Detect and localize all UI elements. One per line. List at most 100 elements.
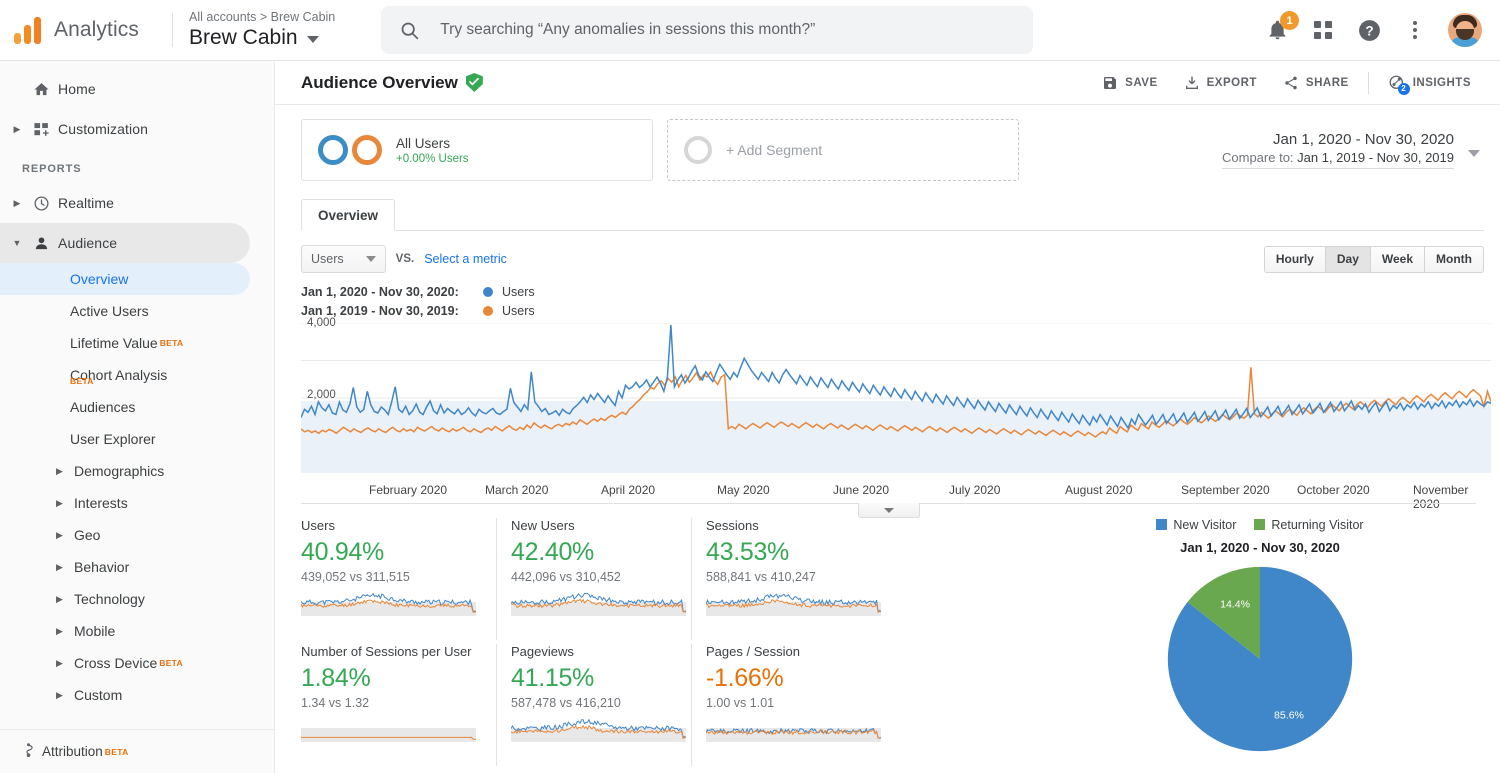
metric-selector-row: Users VS. Select a metric Hourly Day Week M… — [275, 231, 1500, 273]
granularity-month[interactable]: Month — [1425, 246, 1483, 272]
sidebar-scroll: Home ▶ Customization REPORTS ▶ Realtime … — [0, 61, 274, 739]
metric-card-label: Number of Sessions per User — [301, 644, 472, 659]
sidebar-item-label: Mobile — [74, 623, 116, 639]
chevron-right-icon: ▶ — [56, 625, 63, 636]
pie-svg[interactable]: 85.6% 14.4% — [1164, 563, 1356, 755]
legend-metric: Users — [502, 285, 535, 299]
sidebar-item-demographics[interactable]: ▶ Demographics — [0, 455, 250, 487]
chart-legend-row: Jan 1, 2020 - Nov 30, 2020: Users — [301, 285, 1500, 299]
chart-legend: Jan 1, 2020 - Nov 30, 2020: Users Jan 1, 2… — [275, 273, 1500, 318]
add-segment-label: + Add Segment — [726, 142, 823, 158]
sidebar-item-user-explorer[interactable]: User Explorer — [0, 423, 250, 455]
sidebar-item-home[interactable]: Home — [0, 69, 250, 109]
x-axis-tick: February 2020 — [369, 483, 448, 497]
compare-prefix: Compare to: — [1222, 150, 1298, 165]
metric-card-compare: 442,096 vs 310,452 — [511, 570, 621, 584]
sparkline — [300, 592, 477, 616]
main-chart[interactable]: 4,000 2,000 — [301, 317, 1476, 483]
segment-all-users[interactable]: All Users +0.00% Users — [301, 119, 653, 181]
sidebar-item-realtime[interactable]: ▶ Realtime — [0, 183, 250, 223]
grid-apps-icon — [1314, 21, 1332, 39]
sidebar-item-overview[interactable]: Overview — [0, 263, 250, 295]
product-name: Analytics — [54, 18, 139, 41]
metric-cards: Users 40.94% 439,052 vs 311,515 New Users 42… — [300, 518, 887, 766]
y-axis-label-top: 4,000 — [307, 317, 336, 329]
date-range-picker[interactable]: Jan 1, 2020 - Nov 30, 2020 Compare to: J… — [1222, 131, 1484, 169]
share-button[interactable]: SHARE — [1270, 68, 1362, 98]
action-divider — [1367, 71, 1369, 94]
notification-badge: 1 — [1280, 11, 1299, 30]
sidebar-item-lifetime-value[interactable]: Lifetime Value BETA — [0, 327, 250, 359]
breadcrumb: All accounts > Brew Cabin — [189, 9, 336, 24]
sidebar-audience-children: Overview Active Users Lifetime Value BETA Co… — [0, 263, 274, 711]
search-bar[interactable] — [381, 6, 1034, 54]
date-range-primary: Jan 1, 2020 - Nov 30, 2020 — [1273, 131, 1454, 148]
logo-area[interactable]: Analytics — [0, 16, 168, 44]
page-header: Audience Overview SAVE EXPORT SHARE 2 IN… — [275, 61, 1500, 105]
metric-card: New Users 42.40% 442,096 vs 310,452 — [496, 518, 691, 640]
save-button[interactable]: SAVE — [1089, 68, 1170, 98]
sidebar-item-active-users[interactable]: Active Users — [0, 295, 250, 327]
export-button[interactable]: EXPORT — [1171, 68, 1270, 98]
top-bar: Analytics All accounts > Brew Cabin Brew… — [0, 0, 1500, 61]
sidebar-item-cross-device[interactable]: ▶ Cross Device BETA — [0, 647, 250, 679]
visitor-pie-chart: New Visitor Returning Visitor Jan 1, 2020… — [1080, 518, 1500, 766]
metric-card-percent: 42.40% — [511, 538, 594, 566]
search-input[interactable] — [440, 21, 1016, 39]
sidebar-item-customization[interactable]: ▶ Customization — [0, 109, 250, 149]
avatar[interactable] — [1448, 13, 1482, 47]
metric-card: Users 40.94% 439,052 vs 311,515 — [300, 518, 496, 640]
chart-bottom-rule — [301, 503, 1476, 518]
sidebar-item-attribution[interactable]: Attribution BETA — [0, 729, 274, 773]
header-divider — [172, 13, 173, 47]
apps-button[interactable] — [1310, 17, 1336, 43]
metric-card-compare: 587,478 vs 416,210 — [511, 696, 621, 710]
sparkline — [510, 592, 687, 616]
chevron-right-icon: ▶ — [56, 529, 63, 540]
pie-legend-item: New Visitor — [1156, 518, 1236, 532]
granularity-week[interactable]: Week — [1370, 246, 1426, 272]
pie-legend-item: Returning Visitor — [1254, 518, 1364, 532]
x-axis-tick: September 2020 — [1181, 483, 1270, 497]
tab-overview[interactable]: Overview — [301, 199, 396, 231]
sidebar-item-behavior[interactable]: ▶ Behavior — [0, 551, 250, 583]
share-icon — [1285, 76, 1297, 89]
insights-button[interactable]: 2 INSIGHTS — [1375, 68, 1484, 98]
account-selector[interactable]: All accounts > Brew Cabin Brew Cabin — [189, 9, 336, 50]
notifications-button[interactable]: 1 — [1264, 11, 1299, 43]
sidebar-item-geo[interactable]: ▶ Geo — [0, 519, 250, 551]
sidebar-item-audiences[interactable]: Audiences — [0, 391, 250, 423]
main-content: Audience Overview SAVE EXPORT SHARE 2 IN… — [275, 61, 1500, 773]
sidebar-item-label: Custom — [74, 687, 123, 703]
x-axis-tick: August 2020 — [1065, 483, 1133, 497]
sparkline — [705, 727, 882, 742]
x-axis-tick: March 2020 — [485, 483, 549, 497]
more-options-button[interactable] — [1402, 17, 1428, 43]
sidebar-item-label: Attribution — [42, 744, 103, 759]
metric-card: Pageviews 41.15% 587,478 vs 416,210 — [496, 644, 691, 766]
vs-label: VS. — [395, 253, 415, 265]
select-a-metric-link[interactable]: Select a metric — [424, 252, 507, 266]
granularity-day[interactable]: Day — [1325, 246, 1371, 272]
page-title: Audience Overview — [301, 72, 458, 92]
add-segment-button[interactable]: + Add Segment — [667, 119, 1019, 181]
sidebar-item-label: Lifetime Value — [70, 335, 158, 351]
metric-select[interactable]: Users — [301, 245, 386, 273]
sidebar-item-label: Geo — [74, 527, 101, 543]
sidebar-item-technology[interactable]: ▶ Technology — [0, 583, 250, 615]
date-range-compare: Compare to: Jan 1, 2019 - Nov 30, 2019 — [1222, 150, 1454, 165]
collapse-chart-button[interactable] — [857, 503, 920, 518]
page-title-wrap: Audience Overview — [301, 73, 483, 93]
sidebar-item-label: Demographics — [74, 463, 165, 479]
help-button[interactable]: ? — [1356, 17, 1382, 43]
chevron-down-icon — [1468, 150, 1480, 157]
sidebar-item-interests[interactable]: ▶ Interests — [0, 487, 250, 519]
beta-badge: BETA — [159, 658, 183, 668]
sidebar-item-custom[interactable]: ▶ Custom — [0, 679, 250, 711]
legend-metric: Users — [502, 304, 535, 318]
segment-text: All Users +0.00% Users — [396, 136, 469, 165]
sidebar-item-audience[interactable]: ▼ Audience — [0, 223, 250, 263]
granularity-hourly[interactable]: Hourly — [1264, 246, 1326, 272]
sidebar-item-cohort-analysis[interactable]: Cohort Analysis BETA — [0, 359, 250, 391]
sidebar-item-mobile[interactable]: ▶ Mobile — [0, 615, 250, 647]
